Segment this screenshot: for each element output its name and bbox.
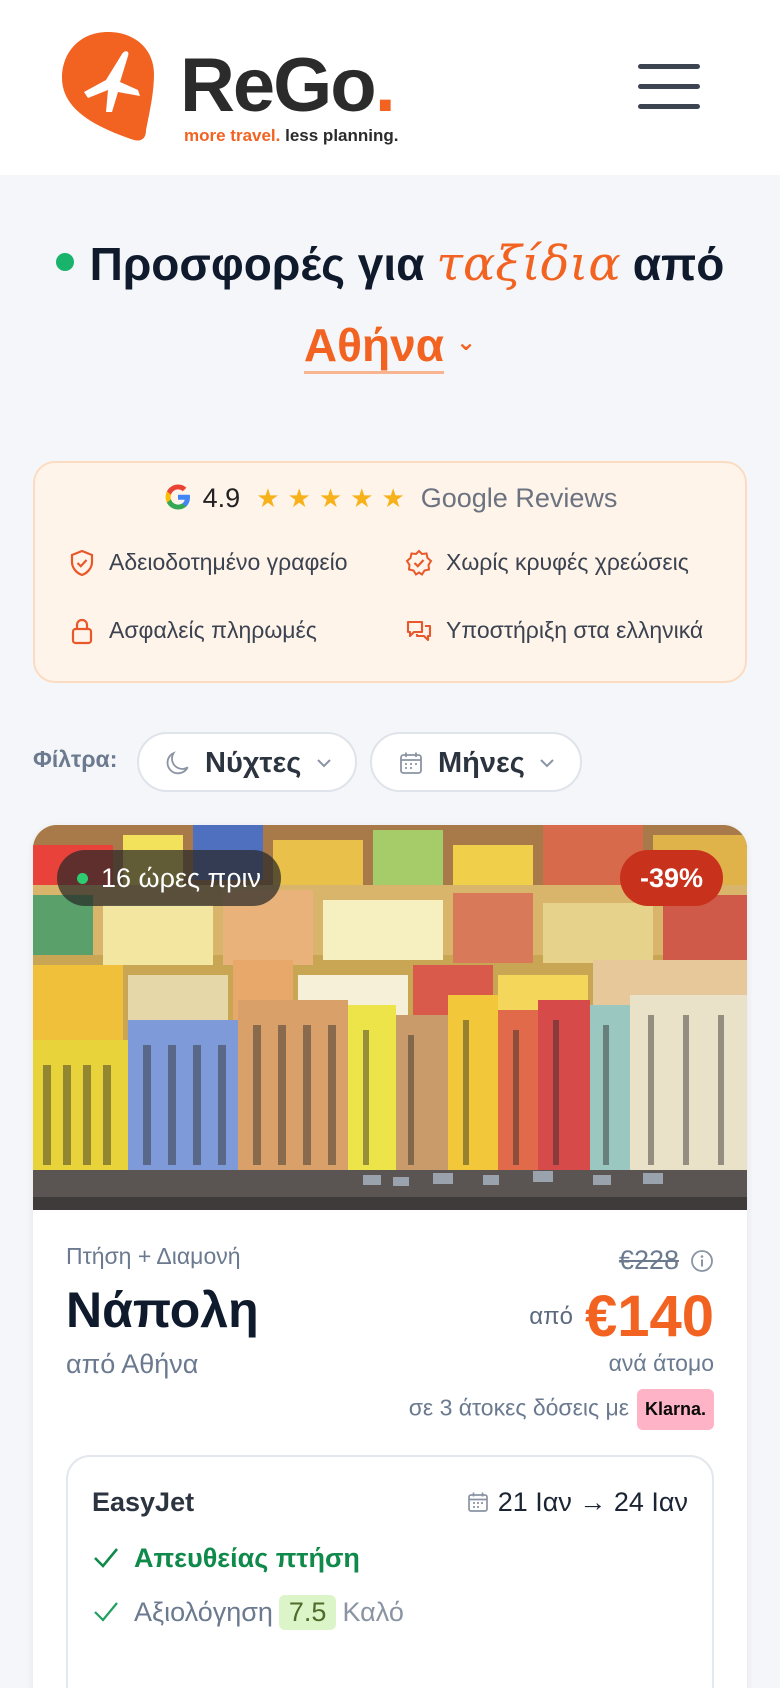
trust-box: 4.9 ★★★★★ Google Reviews Αδειοδοτημένο γρα…	[33, 461, 747, 683]
chevron-down-icon: ⌄	[455, 329, 477, 357]
rating-row: Αξιολόγηση 7.5 Καλό	[92, 1595, 404, 1630]
direct-flight-row: Απευθείας πτήση	[92, 1543, 360, 1574]
badge-check-icon	[405, 549, 433, 576]
google-rating[interactable]: 4.9 ★★★★★ Google Reviews	[35, 483, 745, 515]
price-block: από €140	[529, 1284, 714, 1349]
origin-city: από Αθήνα	[66, 1349, 199, 1379]
rego-logo[interactable]: ReGo. more travel. less planning.	[62, 30, 422, 150]
feature-secure-payments: Ασφαλείς πληρωμές	[68, 615, 398, 645]
google-icon	[165, 484, 190, 510]
deal-card[interactable]: 16 ώρες πριν -39% Πτήση + Διαμονή Νάπολη…	[33, 825, 747, 1688]
brand-tagline: more travel. less planning.	[184, 126, 399, 145]
top-bar: ReGo. more travel. less planning.	[0, 0, 780, 175]
info-icon[interactable]	[690, 1249, 714, 1273]
travel-dates: 21 Ιαν → 24 Ιαν	[466, 1487, 688, 1518]
klarna-logo: Klarna.	[636, 1389, 714, 1430]
airline-name: EasyJet	[92, 1487, 195, 1517]
rating-stars: ★★★★★	[256, 483, 413, 513]
destination-title[interactable]: Νάπολη	[66, 1281, 259, 1339]
discount-badge: -39%	[619, 850, 723, 906]
departure-city-selector[interactable]: Αθήνα ⌄	[0, 318, 780, 374]
calendar-icon	[467, 1492, 488, 1512]
logo-plane-pin-icon	[62, 32, 154, 141]
check-icon	[94, 1602, 118, 1622]
package-type: Πτήση + Διαμονή	[66, 1243, 241, 1269]
rating-score-badge: 7.5	[278, 1595, 337, 1630]
price: €140	[584, 1284, 714, 1349]
filters-label: Φίλτρα:	[33, 746, 118, 772]
brand-name: ReGo.	[180, 43, 396, 128]
per-person-label: ανά άτομο	[608, 1350, 714, 1376]
shield-check-icon	[70, 549, 94, 577]
nights-filter[interactable]: Νύχτες	[137, 732, 357, 792]
page-title: Προσφορές για ταξίδια από	[0, 240, 780, 288]
posted-time-badge: 16 ώρες πριν	[57, 850, 282, 906]
feature-licensed: Αδειοδοτημένο γραφείο	[68, 547, 358, 577]
old-price: €228	[618, 1245, 679, 1275]
lock-icon	[71, 618, 93, 645]
installments-row: σε 3 άτοκες δόσεις με Klarna.	[409, 1389, 714, 1430]
feature-greek-support: Υποστήριξη στα ελληνικά	[405, 615, 705, 645]
hamburger-menu-icon[interactable]	[638, 64, 700, 110]
chevron-down-icon	[317, 759, 331, 768]
moon-icon	[166, 751, 189, 775]
chat-bubbles-icon	[406, 620, 432, 642]
live-dot-icon	[55, 252, 74, 271]
flight-details: EasyJet 21 Ιαν → 24 Ιαν Απευθείας πτήση …	[66, 1455, 714, 1688]
chevron-down-icon	[540, 759, 554, 768]
feature-no-hidden-fees: Χωρίς κρυφές χρεώσεις	[405, 547, 705, 577]
months-filter[interactable]: Μήνες	[370, 732, 582, 792]
calendar-icon	[400, 752, 422, 774]
live-dot-icon	[77, 873, 88, 884]
departure-city[interactable]: Αθήνα	[303, 319, 444, 374]
check-icon	[94, 1548, 119, 1568]
